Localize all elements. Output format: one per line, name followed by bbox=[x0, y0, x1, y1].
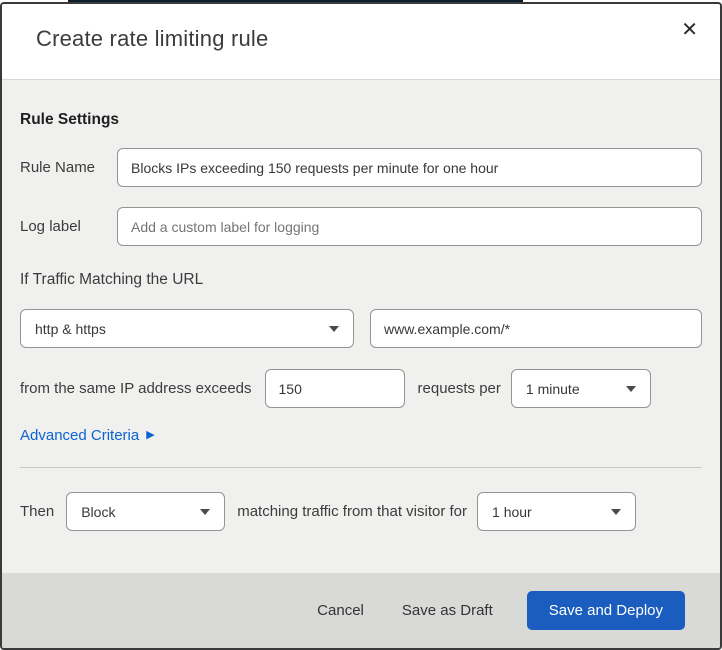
rule-name-label: Rule Name bbox=[20, 159, 96, 176]
threshold-prefix-text: from the same IP address exceeds bbox=[20, 380, 252, 397]
section-divider bbox=[20, 467, 702, 468]
url-match-row: http & https bbox=[20, 309, 702, 348]
advanced-criteria-label: Advanced Criteria bbox=[20, 427, 140, 444]
rule-name-row: Rule Name bbox=[20, 148, 702, 187]
cancel-button[interactable]: Cancel bbox=[313, 596, 368, 625]
log-label-row: Log label bbox=[20, 207, 702, 246]
dialog-title: Create rate limiting rule bbox=[36, 26, 269, 51]
close-icon[interactable]: ✕ bbox=[677, 16, 702, 44]
threshold-middle-text: requests per bbox=[417, 380, 501, 397]
dialog-footer: Cancel Save as Draft Save and Deploy bbox=[2, 573, 720, 648]
dialog-header: Create rate limiting rule ✕ bbox=[2, 4, 720, 80]
create-rate-limiting-rule-dialog: Create rate limiting rule ✕ Rule Setting… bbox=[0, 2, 722, 650]
request-count-input[interactable] bbox=[264, 369, 405, 408]
traffic-match-heading: If Traffic Matching the URL bbox=[20, 271, 204, 288]
threshold-row: from the same IP address exceeds request… bbox=[20, 369, 702, 408]
scheme-select-value: http & https bbox=[35, 320, 106, 337]
period-select-value: 1 minute bbox=[525, 380, 580, 397]
scheme-select[interactable]: http & https bbox=[20, 309, 354, 348]
then-action-row: Then Block matching traffic from that vi… bbox=[20, 492, 702, 531]
chevron-down-icon bbox=[625, 385, 636, 392]
log-label-input[interactable] bbox=[117, 207, 702, 246]
url-pattern-input[interactable] bbox=[370, 309, 702, 348]
chevron-down-icon bbox=[611, 508, 622, 515]
save-as-draft-button[interactable]: Save as Draft bbox=[398, 596, 497, 625]
period-select[interactable]: 1 minute bbox=[510, 369, 651, 408]
rule-settings-heading: Rule Settings bbox=[20, 111, 120, 128]
expand-right-icon: ▶ bbox=[146, 429, 155, 441]
chevron-down-icon bbox=[329, 325, 339, 332]
advanced-criteria-link[interactable]: Advanced Criteria ▶ bbox=[20, 427, 155, 444]
save-and-deploy-button[interactable]: Save and Deploy bbox=[526, 591, 685, 630]
then-prefix-text: Then bbox=[20, 503, 55, 520]
action-select[interactable]: Block bbox=[66, 492, 226, 531]
then-middle-text: matching traffic from that visitor for bbox=[237, 503, 468, 520]
dialog-body: Rule Settings Rule Name Log label If Tra… bbox=[2, 80, 720, 573]
duration-select-value: 1 hour bbox=[492, 503, 532, 520]
rule-name-input[interactable] bbox=[117, 148, 702, 187]
action-select-value: Block bbox=[81, 503, 116, 520]
chevron-down-icon bbox=[200, 508, 211, 515]
duration-select[interactable]: 1 hour bbox=[477, 492, 637, 531]
log-label-label: Log label bbox=[20, 218, 81, 235]
